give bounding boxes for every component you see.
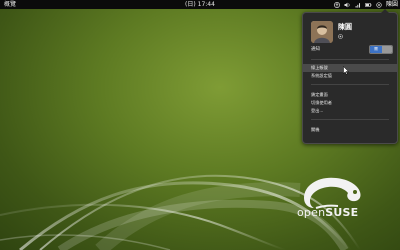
user-menu-button[interactable]: 陳圓 — [386, 0, 398, 9]
menu-item-online-accounts[interactable]: 線上帳號 — [303, 64, 397, 72]
menu-item-lock-screen[interactable]: 鎖定畫面 — [303, 91, 397, 99]
separator — [311, 119, 389, 120]
volume-icon[interactable] — [344, 2, 351, 8]
avatar[interactable] — [311, 21, 333, 43]
status-row[interactable] — [338, 34, 345, 41]
menu-item-label: 系統設定值 — [311, 73, 332, 78]
chat-status-icon[interactable] — [376, 1, 382, 8]
menu-item-label: 鎖定畫面 — [311, 92, 328, 97]
user-menu: 陳圓 通知 開 線上帳號 系統設定值 鎖定畫面 切換使用者 登出... 關機 — [302, 9, 398, 144]
clock-button[interactable]: (日) 17:44 — [185, 0, 215, 9]
top-panel: 概覽 (日) 17:44 陳圓 — [0, 0, 400, 9]
menu-item-log-out[interactable]: 登出... — [303, 107, 397, 115]
menu-item-label: 登出... — [311, 108, 324, 113]
menu-item-switch-user[interactable]: 切換使用者 — [303, 99, 397, 107]
opensuse-wordmark: openSUSE — [297, 206, 358, 219]
menu-item-system-settings[interactable]: 系統設定值 — [303, 72, 397, 80]
mouse-pointer-icon — [343, 66, 349, 75]
wordmark-open: open — [297, 206, 326, 219]
menu-pointer — [381, 9, 389, 13]
display-name: 陳圓 — [338, 23, 352, 31]
menu-item-label: 切換使用者 — [311, 100, 332, 105]
menu-item-label: 線上帳號 — [311, 65, 328, 70]
toggle-knob — [382, 46, 392, 53]
separator — [311, 84, 389, 85]
status-icon — [338, 34, 343, 41]
notifications-label: 通知 — [311, 47, 320, 52]
network-icon[interactable] — [355, 2, 361, 8]
wordmark-suse: SUSE — [325, 206, 359, 219]
toggle-on-label: 開 — [370, 46, 382, 53]
battery-icon[interactable] — [365, 2, 372, 8]
accessibility-icon[interactable] — [334, 1, 340, 8]
separator — [311, 59, 389, 60]
system-tray: 陳圓 — [334, 0, 398, 9]
notifications-toggle[interactable]: 開 — [369, 45, 393, 54]
menu-item-power-off[interactable]: 關機 — [303, 126, 397, 134]
menu-item-label: 關機 — [311, 127, 320, 132]
